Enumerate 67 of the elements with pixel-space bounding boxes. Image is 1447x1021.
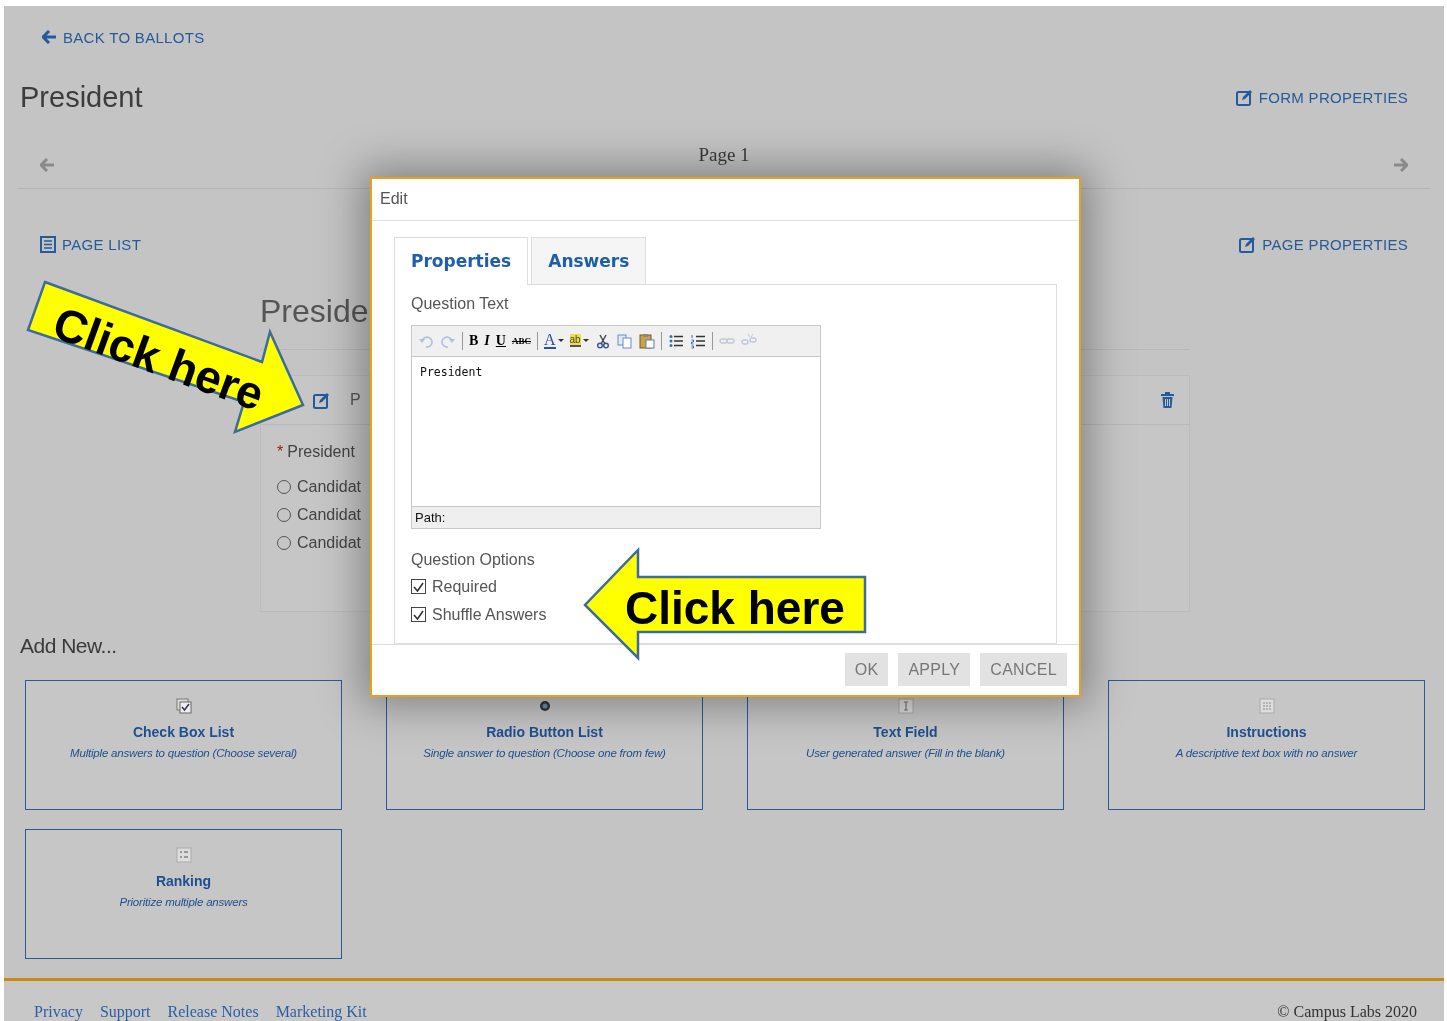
checkbox[interactable] (411, 579, 426, 595)
checkbox[interactable] (411, 607, 426, 623)
card-title: Text Field (873, 724, 938, 740)
section-heading: Add New... (20, 634, 118, 658)
arrow-right-icon[interactable] (1393, 158, 1408, 172)
edit-icon[interactable] (313, 391, 330, 409)
dialog-button[interactable]: OK (844, 653, 889, 687)
highlight-button[interactable]: ab (569, 331, 589, 350)
check-icon (413, 581, 424, 592)
trash-icon[interactable] (1160, 391, 1175, 409)
tab[interactable]: Properties (394, 236, 529, 285)
italic-button[interactable]: I (484, 331, 490, 350)
option-label: Candidat (297, 534, 362, 552)
field-label: Question Text (411, 294, 510, 314)
editor-text[interactable]: President (420, 364, 483, 379)
arrow-left-icon[interactable] (40, 158, 55, 172)
list-icon (40, 235, 56, 253)
question-title: P (350, 391, 361, 409)
checkbox-icon (175, 698, 192, 714)
required-mark: * (277, 443, 284, 461)
page-properties-link[interactable]: PAGE PROPERTIES (1239, 235, 1408, 253)
copyright: © Campus Labs 2020 (1277, 1003, 1417, 1021)
back-link[interactable]: BACK TO BALLOTS (42, 28, 205, 46)
check-icon (413, 609, 424, 620)
footer-link[interactable]: Privacy (34, 1003, 83, 1021)
footer-link[interactable]: Support (99, 1003, 151, 1021)
question-type-card[interactable]: Check Box List Multiple answers to question (Choose several) (25, 680, 342, 810)
click-here-callout: Click here (583, 546, 867, 661)
dialog-title: Edit (372, 179, 1079, 221)
numbered-list-icon (175, 847, 192, 863)
option-label: Required (432, 577, 497, 596)
question-type-card[interactable]: Ranking Prioritize multiple answers (25, 829, 342, 959)
edit-icon (1235, 88, 1253, 106)
dialog-button[interactable]: APPLY (898, 653, 971, 687)
underline-button[interactable]: U (495, 331, 506, 350)
option-label: Candidat (297, 478, 362, 496)
page-title: President (20, 80, 143, 114)
footer-link[interactable]: Release Notes (167, 1003, 259, 1021)
bold-button[interactable]: B (469, 331, 479, 350)
card-description: User generated answer (Fill in the blank) (806, 747, 1005, 759)
text-cursor-icon (897, 698, 914, 714)
path-label: Path: (415, 509, 446, 525)
card-title: Check Box List (132, 724, 235, 740)
paste-icon[interactable] (638, 331, 655, 350)
footer-link[interactable]: Marketing Kit (275, 1003, 367, 1021)
card-description: Multiple answers to question (Choose several) (70, 747, 297, 759)
text-color-button[interactable]: A (543, 331, 564, 350)
arrow-left-icon (42, 30, 57, 44)
option-label: Shuffle Answers (432, 605, 547, 624)
options-label: Question Options (411, 550, 536, 570)
card-description: Single answer to question (Choose one from few) (423, 747, 666, 759)
card-title: Radio Button List (486, 724, 603, 740)
card-title: Instructions (1226, 724, 1307, 740)
page-list-link[interactable]: PAGE LIST (40, 235, 142, 253)
dialog-button[interactable]: CANCEL (980, 653, 1067, 687)
strikethrough-button[interactable]: ABC (511, 331, 531, 350)
copy-icon[interactable] (616, 331, 633, 350)
form-properties-link[interactable]: FORM PROPERTIES (1235, 88, 1408, 106)
question-type-card[interactable]: Instructions A descriptive text box with no answer (1108, 680, 1425, 810)
tab[interactable]: Answers (531, 236, 647, 284)
card-description: A descriptive text box with no answer (1175, 747, 1358, 759)
edit-icon (1239, 235, 1257, 253)
question-label: President (287, 443, 355, 461)
option-label: Candidat (297, 506, 362, 524)
card-title: Ranking (155, 873, 212, 889)
card-description: Prioritize multiple answers (119, 896, 248, 908)
page-label: Page 1 (698, 144, 750, 166)
